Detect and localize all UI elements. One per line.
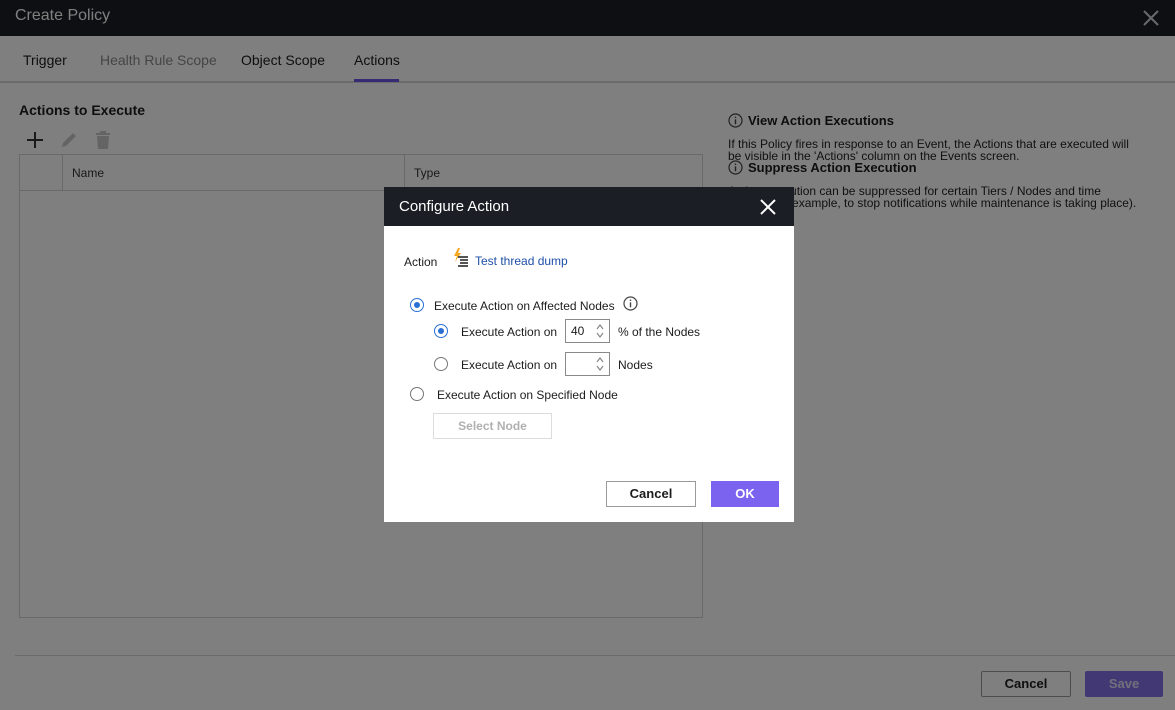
dialog-cancel-button[interactable]: Cancel (606, 481, 696, 507)
thread-dump-icon (454, 248, 468, 267)
affected-nodes-label: Execute Action on Affected Nodes (434, 299, 615, 313)
stepper-arrows-icon[interactable] (596, 356, 604, 372)
percent-value: 40 (571, 324, 585, 338)
stepper-arrows-icon[interactable] (596, 323, 604, 339)
dialog-title: Configure Action (399, 198, 510, 215)
percent-nodes-suffix: % of the Nodes (618, 325, 701, 339)
count-nodes-suffix: Nodes (618, 358, 653, 372)
dialog-ok-button[interactable]: OK (711, 481, 779, 507)
dialog-header: Configure Action (384, 187, 794, 226)
info-icon[interactable] (623, 296, 638, 311)
node-count-stepper[interactable] (565, 352, 610, 376)
specified-node-label: Execute Action on Specified Node (437, 388, 618, 402)
percent-stepper[interactable]: 40 (565, 319, 610, 343)
percent-nodes-prefix: Execute Action on (461, 325, 558, 339)
count-nodes-prefix: Execute Action on (461, 358, 558, 372)
configure-action-dialog: Configure Action Action Test thread dump… (384, 187, 794, 522)
action-label: Action (404, 255, 438, 269)
action-name-link[interactable]: Test thread dump (475, 254, 568, 268)
affected-nodes-radio[interactable] (410, 298, 424, 312)
select-node-button[interactable]: Select Node (433, 413, 552, 439)
specified-node-radio[interactable] (410, 387, 424, 401)
percent-nodes-radio[interactable] (434, 324, 448, 338)
count-nodes-radio[interactable] (434, 357, 448, 371)
close-icon[interactable] (760, 199, 776, 215)
